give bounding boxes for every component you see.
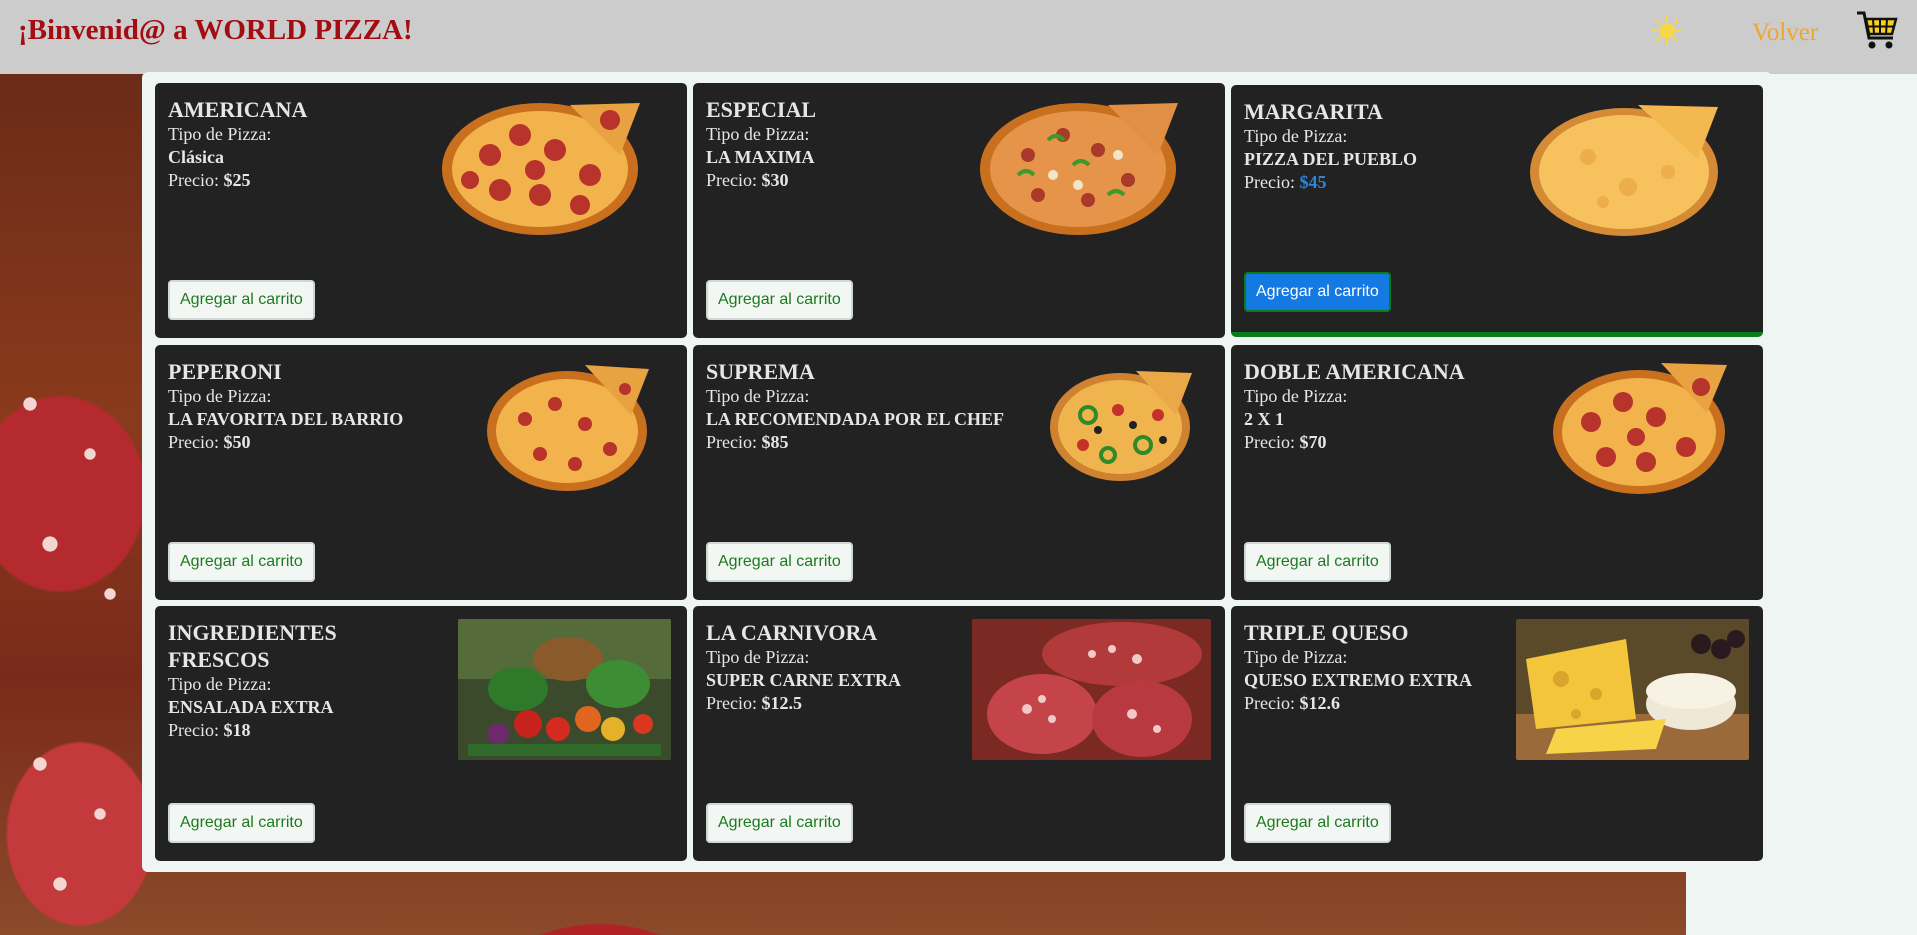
price-value: $45	[1299, 172, 1327, 192]
site-title: ¡Binvenid@ a WORLD PIZZA!	[18, 14, 413, 46]
pepperoni-pizza-image	[442, 103, 640, 235]
type-label: Tipo de Pizza:	[1244, 647, 1348, 667]
product-card-la-carnivora: LA CARNIVORA Tipo de Pizza: SUPER CARNE …	[693, 606, 1225, 861]
pepperoni-pizza-image	[487, 365, 649, 491]
price-label: Precio:	[1244, 172, 1300, 192]
product-name: SUPREMA	[706, 359, 815, 384]
supreme-pizza-image	[980, 103, 1178, 235]
product-info: SUPREMA Tipo de Pizza: LA RECOMENDADA PO…	[706, 358, 1006, 454]
price-label: Precio:	[706, 693, 762, 713]
type-label: Tipo de Pizza:	[168, 386, 272, 406]
product-type: LA MAXIMA	[706, 147, 815, 167]
product-info: ESPECIAL Tipo de Pizza: LA MAXIMA Precio…	[706, 96, 1006, 192]
product-info: DOBLE AMERICANA Tipo de Pizza: 2 X 1 Pre…	[1244, 358, 1544, 454]
price-line: Precio: $12.6	[1244, 692, 1544, 715]
price-label: Precio:	[706, 432, 762, 452]
product-info: INGREDIENTES FRESCOS Tipo de Pizza: ENSA…	[168, 619, 408, 742]
add-to-cart-button[interactable]: Agregar al carrito	[1244, 803, 1391, 843]
product-name: INGREDIENTES FRESCOS	[168, 620, 337, 672]
back-link[interactable]: Volver	[1752, 19, 1818, 47]
price-value: $12.6	[1299, 693, 1341, 713]
price-line: Precio: $50	[168, 431, 468, 454]
product-card-especial: ESPECIAL Tipo de Pizza: LA MAXIMA Precio…	[693, 83, 1225, 338]
add-to-cart-button[interactable]: Agregar al carrito	[1244, 542, 1391, 582]
type-label: Tipo de Pizza:	[1244, 386, 1348, 406]
price-label: Precio:	[706, 170, 762, 190]
price-value: $85	[761, 432, 789, 452]
salami-photo	[972, 619, 1211, 760]
type-label: Tipo de Pizza:	[706, 124, 810, 144]
price-value: $18	[223, 720, 251, 740]
product-card-ingredientes-frescos: INGREDIENTES FRESCOS Tipo de Pizza: ENSA…	[155, 606, 687, 861]
price-line: Precio: $45	[1244, 171, 1544, 194]
price-value: $12.5	[761, 693, 803, 713]
product-name: ESPECIAL	[706, 97, 817, 122]
price-line: Precio: $12.5	[706, 692, 1006, 715]
product-info: TRIPLE QUESO Tipo de Pizza: QUESO EXTREM…	[1244, 619, 1544, 715]
type-label: Tipo de Pizza:	[168, 124, 272, 144]
product-card-margarita: MARGARITA Tipo de Pizza: PIZZA DEL PUEBL…	[1231, 85, 1763, 337]
cheese-pizza-image	[1530, 105, 1718, 236]
product-name: DOBLE AMERICANA	[1244, 359, 1465, 384]
price-value: $30	[761, 170, 789, 190]
type-label: Tipo de Pizza:	[706, 386, 810, 406]
product-grid: AMERICANA Tipo de Pizza: Clásica Precio:…	[142, 72, 1772, 872]
add-to-cart-button[interactable]: Agregar al carrito	[706, 280, 853, 320]
price-value: $50	[223, 432, 251, 452]
price-label: Precio:	[1244, 693, 1300, 713]
price-value: $70	[1299, 432, 1327, 452]
veggie-pizza-image	[1050, 371, 1192, 481]
vegetables-photo	[458, 619, 671, 760]
product-info: PEPERONI Tipo de Pizza: LA FAVORITA DEL …	[168, 358, 468, 454]
shopping-cart-icon[interactable]	[1855, 8, 1899, 52]
product-card-doble-americana: DOBLE AMERICANA Tipo de Pizza: 2 X 1 Pre…	[1231, 345, 1763, 600]
add-to-cart-button[interactable]: Agregar al carrito	[168, 280, 315, 320]
product-info: MARGARITA Tipo de Pizza: PIZZA DEL PUEBL…	[1244, 98, 1544, 194]
product-type: Clásica	[168, 147, 224, 167]
price-label: Precio:	[168, 720, 224, 740]
product-name: LA CARNIVORA	[706, 620, 878, 645]
add-to-cart-button[interactable]: Agregar al carrito	[168, 542, 315, 582]
product-info: LA CARNIVORA Tipo de Pizza: SUPER CARNE …	[706, 619, 1006, 715]
product-type: SUPER CARNE EXTRA	[706, 670, 902, 690]
product-name: PEPERONI	[168, 359, 282, 384]
cheese-photo	[1516, 619, 1749, 760]
sun-icon[interactable]	[1650, 14, 1684, 48]
product-info: AMERICANA Tipo de Pizza: Clásica Precio:…	[168, 96, 468, 192]
product-type: QUESO EXTREMO EXTRA	[1244, 670, 1473, 690]
product-card-americana: AMERICANA Tipo de Pizza: Clásica Precio:…	[155, 83, 687, 338]
product-type: LA RECOMENDADA POR EL CHEF	[706, 409, 1005, 429]
price-label: Precio:	[168, 432, 224, 452]
top-bar: ¡Binvenid@ a WORLD PIZZA! Volver	[0, 0, 1917, 74]
product-name: TRIPLE QUESO	[1244, 620, 1409, 645]
price-label: Precio:	[168, 170, 224, 190]
price-line: Precio: $85	[706, 431, 1006, 454]
type-label: Tipo de Pizza:	[706, 647, 810, 667]
product-type: PIZZA DEL PUEBLO	[1244, 149, 1418, 169]
product-card-peperoni: PEPERONI Tipo de Pizza: LA FAVORITA DEL …	[155, 345, 687, 600]
product-name: AMERICANA	[168, 97, 308, 122]
pepperoni-pizza-image	[1553, 363, 1727, 494]
price-value: $25	[223, 170, 251, 190]
product-card-suprema: SUPREMA Tipo de Pizza: LA RECOMENDADA PO…	[693, 345, 1225, 600]
price-line: Precio: $25	[168, 169, 468, 192]
product-type: ENSALADA EXTRA	[168, 697, 334, 717]
add-to-cart-button[interactable]: Agregar al carrito	[1244, 272, 1391, 312]
add-to-cart-button[interactable]: Agregar al carrito	[706, 542, 853, 582]
product-name: MARGARITA	[1244, 99, 1383, 124]
add-to-cart-button[interactable]: Agregar al carrito	[168, 803, 315, 843]
product-type: 2 X 1	[1244, 409, 1284, 429]
type-label: Tipo de Pizza:	[1244, 126, 1348, 146]
price-label: Precio:	[1244, 432, 1300, 452]
type-label: Tipo de Pizza:	[168, 674, 272, 694]
product-type: LA FAVORITA DEL BARRIO	[168, 409, 404, 429]
price-line: Precio: $70	[1244, 431, 1544, 454]
product-card-triple-queso: TRIPLE QUESO Tipo de Pizza: QUESO EXTREM…	[1231, 606, 1763, 861]
price-line: Precio: $18	[168, 719, 408, 742]
add-to-cart-button[interactable]: Agregar al carrito	[706, 803, 853, 843]
price-line: Precio: $30	[706, 169, 1006, 192]
